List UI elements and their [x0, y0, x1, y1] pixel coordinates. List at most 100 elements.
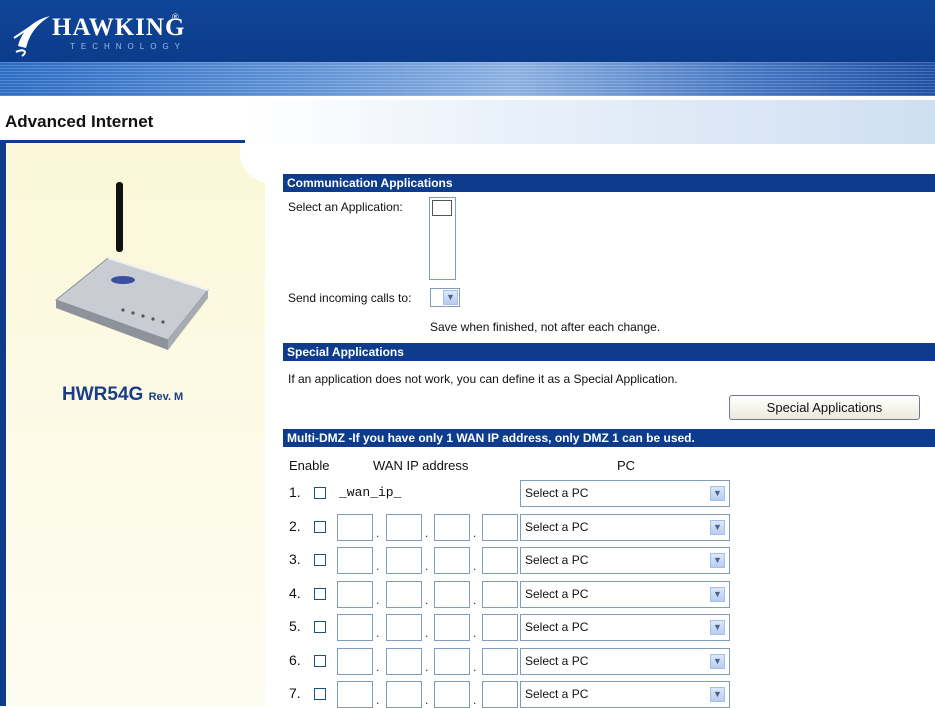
- dmz-enable-checkbox[interactable]: [314, 521, 326, 533]
- special-applications-button[interactable]: Special Applications: [729, 395, 920, 420]
- chevron-down-icon[interactable]: ▼: [710, 654, 725, 669]
- header-stripe-lines: [0, 62, 935, 96]
- pc-select-value: Select a PC: [525, 620, 589, 634]
- dmz-ip-octet-input[interactable]: [482, 514, 518, 541]
- special-apps-header: Special Applications: [283, 343, 935, 361]
- pc-select-value: Select a PC: [525, 520, 589, 534]
- col-wan-ip: WAN IP address: [373, 458, 469, 473]
- title-gradient: [245, 100, 935, 144]
- dmz-wan-ip-text: _wan_ip_: [339, 485, 402, 500]
- dmz-row-number: 7.: [289, 685, 301, 701]
- dmz-pc-select[interactable]: Select a PC ▼: [520, 648, 730, 675]
- dmz-enable-checkbox[interactable]: [314, 487, 326, 499]
- multi-dmz-header: Multi-DMZ -If you have only 1 WAN IP add…: [283, 429, 935, 447]
- registered-mark: ®: [172, 12, 179, 22]
- send-calls-select[interactable]: ▼: [430, 288, 460, 307]
- comm-apps-header: Communication Applications: [283, 174, 935, 192]
- dmz-ip-octet-input[interactable]: [337, 681, 373, 708]
- dmz-ip-octet-input[interactable]: [337, 614, 373, 641]
- dmz-ip-octet-input[interactable]: [386, 648, 422, 675]
- ip-separator-dot: .: [473, 526, 477, 540]
- chevron-down-icon[interactable]: ▼: [710, 553, 725, 568]
- dmz-row-number: 6.: [289, 652, 301, 668]
- dmz-ip-octet-input[interactable]: [386, 581, 422, 608]
- dmz-pc-select[interactable]: Select a PC ▼: [520, 581, 730, 608]
- dmz-ip-octet-input[interactable]: [482, 581, 518, 608]
- ip-separator-dot: .: [376, 559, 380, 573]
- dmz-ip-octet-input[interactable]: [386, 514, 422, 541]
- dmz-pc-select[interactable]: Select a PC ▼: [520, 614, 730, 641]
- ip-separator-dot: .: [376, 526, 380, 540]
- pc-select-value: Select a PC: [525, 654, 589, 668]
- dmz-ip-octet-input[interactable]: [337, 648, 373, 675]
- page-title: Advanced Internet: [5, 112, 154, 131]
- dmz-ip-octet-input[interactable]: [434, 581, 470, 608]
- send-calls-label: Send incoming calls to:: [288, 291, 412, 305]
- ip-separator-dot: .: [425, 593, 429, 607]
- pc-select-value: Select a PC: [525, 687, 589, 701]
- dmz-pc-select[interactable]: Select a PC ▼: [520, 681, 730, 708]
- chevron-down-icon[interactable]: ▼: [710, 486, 725, 501]
- chevron-down-icon[interactable]: ▼: [710, 520, 725, 535]
- special-apps-desc: If an application does not work, you can…: [288, 372, 678, 386]
- dmz-ip-octet-input[interactable]: [337, 514, 373, 541]
- col-pc: PC: [617, 458, 636, 473]
- dmz-pc-select[interactable]: Select a PC ▼: [520, 547, 730, 574]
- dmz-enable-checkbox[interactable]: [314, 588, 326, 600]
- dmz-enable-checkbox[interactable]: [314, 688, 326, 700]
- dmz-enable-checkbox[interactable]: [314, 621, 326, 633]
- ip-separator-dot: .: [473, 693, 477, 707]
- pc-select-value: Select a PC: [525, 553, 589, 567]
- dmz-row-number: 5.: [289, 618, 301, 634]
- ip-separator-dot: .: [473, 559, 477, 573]
- ip-separator-dot: .: [376, 693, 380, 707]
- dmz-enable-checkbox[interactable]: [314, 554, 326, 566]
- ip-separator-dot: .: [473, 660, 477, 674]
- dmz-ip-octet-input[interactable]: [337, 547, 373, 574]
- chevron-down-icon[interactable]: ▼: [710, 587, 725, 602]
- dmz-ip-octet-input[interactable]: [482, 547, 518, 574]
- ip-separator-dot: .: [376, 593, 380, 607]
- dmz-ip-octet-input[interactable]: [337, 581, 373, 608]
- chevron-down-icon[interactable]: ▼: [710, 620, 725, 635]
- ip-separator-dot: .: [425, 526, 429, 540]
- dmz-pc-select[interactable]: Select a PC ▼: [520, 514, 730, 541]
- hawking-logo: HAWKING ® TECHNOLOGY: [12, 8, 202, 58]
- save-note: Save when finished, not after each chang…: [430, 320, 661, 334]
- dmz-ip-octet-input[interactable]: [434, 614, 470, 641]
- dmz-ip-octet-input[interactable]: [434, 681, 470, 708]
- dmz-row-number: 3.: [289, 551, 301, 567]
- dmz-ip-octet-input[interactable]: [482, 648, 518, 675]
- router-image: [54, 182, 209, 350]
- brand-sub: TECHNOLOGY: [70, 42, 187, 51]
- listbox-item[interactable]: [432, 200, 452, 216]
- dmz-ip-octet-input[interactable]: [386, 547, 422, 574]
- dmz-ip-octet-input[interactable]: [434, 514, 470, 541]
- ip-separator-dot: .: [376, 660, 380, 674]
- ip-separator-dot: .: [425, 660, 429, 674]
- chevron-down-icon[interactable]: ▼: [710, 687, 725, 702]
- dmz-ip-octet-input[interactable]: [386, 614, 422, 641]
- hawk-icon: [13, 16, 50, 57]
- device-model: HWR54G Rev. M: [62, 384, 183, 406]
- chevron-down-icon[interactable]: ▼: [443, 290, 458, 305]
- ip-separator-dot: .: [425, 693, 429, 707]
- select-app-label: Select an Application:: [288, 200, 403, 214]
- ip-separator-dot: .: [425, 559, 429, 573]
- dmz-enable-checkbox[interactable]: [314, 655, 326, 667]
- dmz-row-number: 2.: [289, 518, 301, 534]
- ip-separator-dot: .: [376, 626, 380, 640]
- dmz-ip-octet-input[interactable]: [434, 648, 470, 675]
- ip-separator-dot: .: [425, 626, 429, 640]
- pc-select-value: Select a PC: [525, 486, 589, 500]
- pc-select-value: Select a PC: [525, 587, 589, 601]
- dmz-row-number: 1.: [289, 484, 301, 500]
- model-rev: Rev. M: [148, 391, 184, 403]
- col-enable: Enable: [289, 458, 330, 473]
- dmz-pc-select[interactable]: Select a PC ▼: [520, 480, 730, 507]
- dmz-ip-octet-input[interactable]: [386, 681, 422, 708]
- dmz-ip-octet-input[interactable]: [434, 547, 470, 574]
- dmz-ip-octet-input[interactable]: [482, 681, 518, 708]
- dmz-ip-octet-input[interactable]: [482, 614, 518, 641]
- application-listbox[interactable]: [429, 197, 456, 280]
